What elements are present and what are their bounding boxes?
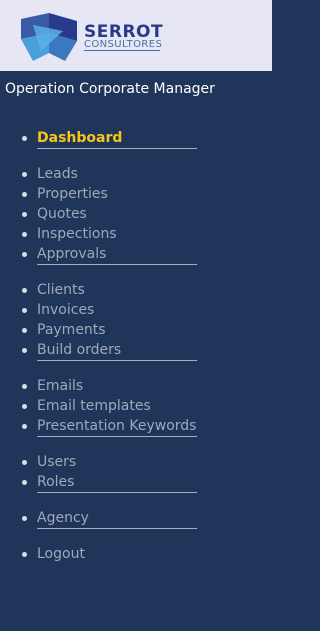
sidebar-nav: Dashboard Leads Properties Quotes Inspec… (0, 129, 272, 581)
nav-item-build-orders[interactable]: Build orders (0, 341, 272, 361)
nav-item-properties[interactable]: Properties (0, 185, 272, 205)
nav-item-presentation-keywords[interactable]: Presentation Keywords (0, 417, 272, 437)
nav-item-leads[interactable]: Leads (0, 165, 272, 185)
nav-item-email-templates[interactable]: Email templates (0, 397, 272, 417)
nav-item-clients[interactable]: Clients (0, 281, 272, 301)
nav-item-invoices[interactable]: Invoices (0, 301, 272, 321)
nav-group-email: Emails Email templates Presentation Keyw… (0, 377, 272, 437)
nav-group-sales: Leads Properties Quotes Inspections Appr… (0, 165, 272, 265)
nav-group-billing: Clients Invoices Payments Build orders (0, 281, 272, 361)
nav-item-approvals[interactable]: Approvals (0, 245, 272, 265)
nav-item-agency[interactable]: Agency (0, 509, 272, 529)
nav-item-roles[interactable]: Roles (0, 473, 272, 493)
nav-item-payments[interactable]: Payments (0, 321, 272, 341)
nav-group-home: Dashboard (0, 129, 272, 149)
nav-item-users[interactable]: Users (0, 453, 272, 473)
brand-divider (84, 50, 160, 51)
nav-item-inspections[interactable]: Inspections (0, 225, 272, 245)
nav-item-quotes[interactable]: Quotes (0, 205, 272, 225)
brand-header: SERROT CONSULTORES (0, 0, 272, 71)
nav-group-access: Users Roles (0, 453, 272, 493)
nav-group-logout: Logout (0, 545, 272, 565)
nav-item-logout[interactable]: Logout (0, 545, 272, 565)
brand-subtitle: CONSULTORES (84, 39, 163, 50)
nav-group-agency: Agency (0, 509, 272, 529)
serrot-logo-icon[interactable] (19, 11, 79, 63)
app-title: Operation Corporate Manager (5, 81, 215, 97)
nav-item-dashboard[interactable]: Dashboard (0, 129, 272, 149)
nav-item-emails[interactable]: Emails (0, 377, 272, 397)
